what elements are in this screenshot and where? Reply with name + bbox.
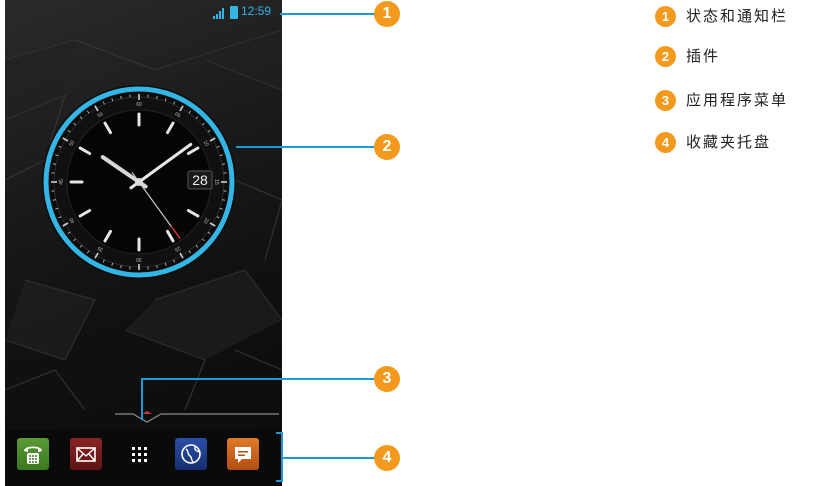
dock-app-messaging[interactable] [70, 438, 102, 470]
battery-icon [230, 6, 238, 19]
status-time: 12:59 [241, 4, 272, 18]
callout-badge-3: 3 [374, 366, 400, 392]
envelope-icon [76, 447, 96, 462]
globe-icon [181, 444, 201, 464]
callout-line-4 [282, 457, 380, 459]
dial-number: 45 [59, 179, 65, 185]
dock-app-menu[interactable] [123, 438, 155, 470]
legend-item-status-bar: 1 状态和通知栏 [655, 5, 833, 29]
clock-widget[interactable]: 600510152025303540455055 28 [41, 84, 237, 280]
dock-app-phone[interactable] [17, 438, 49, 470]
legend-label: 收藏夹托盘 [686, 133, 772, 151]
legend-item-favorites-tray: 4 收藏夹托盘 [655, 131, 833, 155]
legend-label: 插件 [686, 47, 721, 65]
legend-badge: 4 [655, 132, 676, 153]
status-bar[interactable]: 12:59 [5, 0, 282, 24]
callout-line-2 [236, 146, 380, 148]
legend-item-widget: 2 插件 [655, 45, 833, 69]
callout-badge-4: 4 [374, 445, 400, 471]
clock-center-pin [135, 178, 143, 186]
clock-date: 28 [192, 172, 208, 188]
callout-line-1 [280, 13, 380, 15]
callout-line-3b [141, 378, 380, 380]
legend-item-app-menu: 3 应用程序菜单 [655, 89, 833, 113]
legend-label: 应用程序菜单 [686, 91, 789, 109]
callout-badge-1: 1 [374, 1, 400, 27]
phone-screen: 12:59 60 05 10 15 20 25 30 35 40 45 50 55 28 [5, 0, 282, 486]
legend-badge: 1 [655, 6, 676, 27]
favorites-tray [5, 430, 282, 486]
legend-badge: 2 [655, 46, 676, 67]
dial-number: 15 [213, 179, 219, 185]
dock-app-sms[interactable] [227, 438, 259, 470]
callout-line-4-bottom [276, 480, 282, 482]
chat-icon [235, 447, 251, 463]
dial-number: 60 [136, 102, 142, 108]
date-window: 28 [187, 170, 213, 190]
legend-label: 状态和通知栏 [686, 7, 789, 25]
callout-badge-2: 2 [374, 134, 400, 160]
callout-line-3 [141, 378, 143, 420]
dock-app-browser[interactable] [175, 438, 207, 470]
app-drawer-handle[interactable] [115, 410, 279, 424]
signal-icon [213, 8, 224, 19]
phone-icon [24, 446, 42, 464]
dial-number: 30 [136, 256, 142, 262]
grid-icon [132, 447, 147, 462]
legend-badge: 3 [655, 90, 676, 111]
